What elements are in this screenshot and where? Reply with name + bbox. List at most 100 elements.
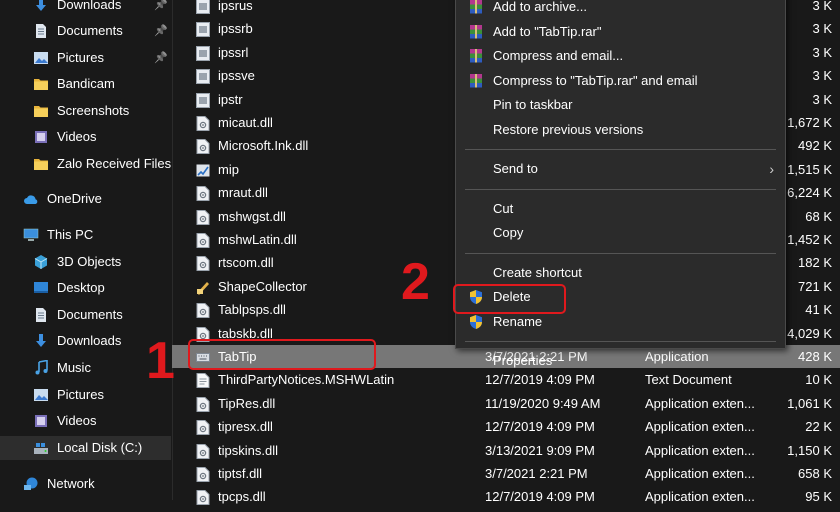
mip-icon (196, 162, 210, 177)
file-size: 428 K (798, 349, 832, 364)
file-size: 658 K (798, 466, 832, 481)
chevron-right-icon: › (769, 161, 774, 177)
winrar-icon (468, 73, 484, 89)
menu-item-create-shortcut[interactable]: Create shortcut (457, 261, 784, 285)
file-name: tpcps.dll (218, 489, 266, 505)
file-type: Application exten... (645, 466, 755, 481)
file-size: 10 K (805, 372, 832, 388)
file-row[interactable]: tiptsf.dll 3/7/2021 2:21 PM Application ex… (172, 462, 840, 485)
menu-item-add-to-tabtip-rar[interactable]: Add to "TabTip.rar" (457, 20, 784, 44)
application-icon (196, 45, 210, 61)
file-size: 68 K (805, 208, 832, 224)
menu-item-pin-to-taskbar[interactable]: Pin to taskbar (457, 93, 784, 117)
application-icon (196, 0, 210, 14)
file-size: 4,029 K (787, 325, 832, 341)
nav-item-label: OneDrive (47, 191, 102, 206)
file-size: 492 K (798, 138, 832, 154)
file-name: ThirdPartyNotices.MSHWLatin (218, 372, 395, 388)
menu-separator (465, 341, 776, 342)
nav-item-desktop[interactable]: Desktop (0, 276, 171, 300)
nav-item-3d-objects[interactable]: 3D Objects (0, 250, 171, 274)
nav-item-this-pc[interactable]: This PC (0, 223, 171, 247)
menu-item-compress-to-tabtip-rar-and-email[interactable]: Compress to "TabTip.rar" and email (457, 69, 784, 93)
pictures-icon (33, 50, 49, 66)
menu-item-label: Compress to "TabTip.rar" and email (493, 72, 698, 88)
menu-item-compress-and-email[interactable]: Compress and email... (457, 44, 784, 68)
file-type: Application exten... (645, 395, 755, 411)
nav-item-network[interactable]: Network (0, 472, 171, 496)
file-size: 22 K (805, 419, 832, 435)
winrar-icon (468, 0, 484, 15)
file-date-modified: 11/19/2020 9:49 AM (485, 395, 601, 411)
file-row[interactable]: tipskins.dll 3/13/2021 9:09 PM Application… (172, 439, 840, 462)
file-name: mraut.dll (218, 185, 268, 201)
nav-item-downloads[interactable]: Downloads 📌 (0, 0, 171, 17)
file-size: 1,061 K (787, 395, 832, 411)
menu-item-label: Add to "TabTip.rar" (493, 23, 602, 39)
file-row[interactable]: TipRes.dll 11/19/2020 9:49 AM Application … (172, 392, 840, 415)
nav-item-label: Downloads (57, 333, 122, 348)
file-name: TipRes.dll (218, 395, 276, 411)
dll-icon (196, 396, 210, 412)
menu-item-send-to[interactable]: Send to › (457, 157, 784, 181)
file-name: micaut.dll (218, 115, 273, 130)
nav-item-documents[interactable]: Documents 📌 (0, 19, 171, 43)
dll-icon (196, 255, 210, 272)
file-type: Application exten... (645, 442, 755, 458)
menu-item-restore-previous-versions[interactable]: Restore previous versions (457, 118, 784, 142)
nav-item-label: 3D Objects (57, 254, 122, 269)
videos-icon (33, 413, 49, 429)
file-size: 182 K (798, 255, 832, 271)
pin-icon: 📌 (154, 0, 168, 11)
pin-icon: 📌 (154, 52, 168, 64)
file-date-modified: 12/7/2019 4:09 PM (485, 419, 595, 435)
file-row[interactable]: tipresx.dll 12/7/2019 4:09 PM Application … (172, 415, 840, 438)
file-name: Microsoft.Ink.dll (218, 138, 309, 154)
nav-item-label: Desktop (57, 280, 105, 295)
nav-item-zalo-received-files[interactable]: Zalo Received Files (0, 152, 171, 176)
nav-item-label: Screenshots (57, 103, 130, 118)
nav-item-local-disk-c[interactable]: Local Disk (C:) (0, 436, 171, 460)
dll-icon (196, 443, 210, 459)
file-name: tipskins.dll (218, 442, 278, 458)
menu-item-add-to-archive[interactable]: Add to archive... (457, 0, 784, 19)
menu-item-cut[interactable]: Cut (457, 197, 784, 221)
nav-item-label: Network (47, 476, 95, 491)
folder-icon (33, 103, 49, 119)
file-size: 3 K (812, 91, 832, 107)
file-size: 3 K (812, 0, 832, 13)
menu-item-label: Restore previous versions (493, 121, 644, 137)
file-size: 3 K (812, 68, 832, 84)
pictures-icon (33, 387, 49, 403)
music-icon (33, 359, 49, 376)
file-name: ipssve (218, 68, 255, 84)
file-date-modified: 12/7/2019 4:09 PM (485, 489, 595, 505)
nav-item-pictures[interactable]: Pictures 📌 (0, 46, 171, 70)
rename-highlight-box (453, 284, 566, 314)
step-1-label: 1 (146, 332, 175, 390)
menu-item-label: Cut (493, 200, 514, 216)
pin-icon: 📌 (154, 25, 168, 37)
file-size: 721 K (798, 278, 832, 294)
nav-item-videos[interactable]: Videos (0, 125, 171, 149)
nav-item-bandicam[interactable]: Bandicam (0, 72, 171, 96)
nav-item-screenshots[interactable]: Screenshots (0, 99, 171, 123)
nav-item-videos[interactable]: Videos (0, 409, 171, 433)
nav-item-label: Music (57, 360, 91, 375)
menu-separator (465, 252, 776, 254)
shape-collector-icon (196, 279, 210, 295)
file-row[interactable]: tpcps.dll 12/7/2019 4:09 PM Application ex… (172, 485, 840, 508)
dll-icon (196, 115, 210, 131)
menu-item-copy[interactable]: Copy (457, 221, 784, 245)
winrar-icon (468, 24, 484, 40)
file-name: tipresx.dll (218, 419, 273, 435)
file-name: ipsrus (218, 0, 253, 13)
nav-item-onedrive[interactable]: OneDrive (0, 187, 171, 211)
file-name: Tablpsps.dll (218, 302, 286, 318)
dll-icon (196, 466, 210, 482)
nav-item-documents[interactable]: Documents (0, 303, 171, 327)
menu-item-properties[interactable]: Properties (457, 349, 784, 373)
dll-icon (196, 209, 210, 225)
menu-item-label: Pin to taskbar (493, 97, 573, 112)
nav-item-label: Videos (57, 129, 97, 144)
